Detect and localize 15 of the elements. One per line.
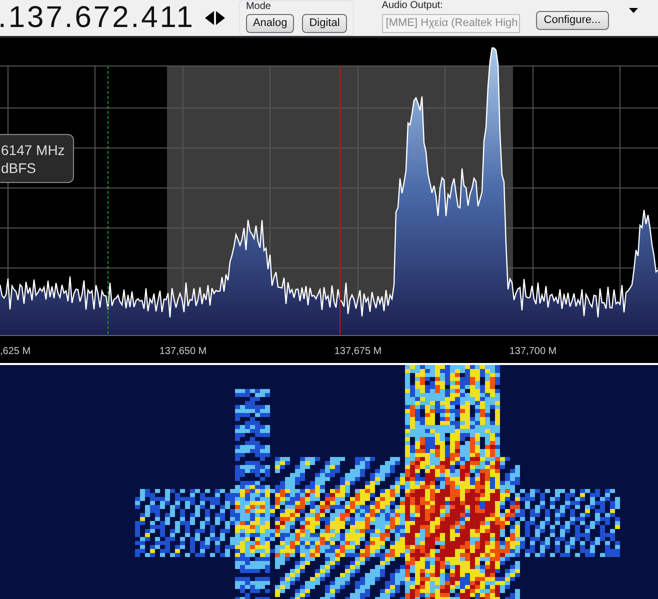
axis-label: 137,700 M xyxy=(509,345,557,359)
right-arrow-icon[interactable] xyxy=(216,11,225,25)
mode-label: Mode xyxy=(246,2,272,12)
configure-button[interactable]: Configure... xyxy=(536,10,609,30)
axis-label: ,625 M xyxy=(0,345,31,359)
mode-button[interactable]: Analog xyxy=(246,14,294,33)
frequency-display: .137.672.411 xyxy=(0,3,195,33)
mode-button[interactable]: Digital xyxy=(302,14,347,33)
tooltip-text: dBFS xyxy=(1,158,38,176)
tooltip-text: 6147 MHz xyxy=(1,140,66,158)
axis-label: 137,650 M xyxy=(159,345,207,359)
dropdown-caret-icon[interactable] xyxy=(628,8,638,13)
left-arrow-icon[interactable] xyxy=(204,11,214,25)
axis-label: 137,675 M xyxy=(334,345,382,359)
audio-output-label: Audio Output: xyxy=(382,1,444,11)
